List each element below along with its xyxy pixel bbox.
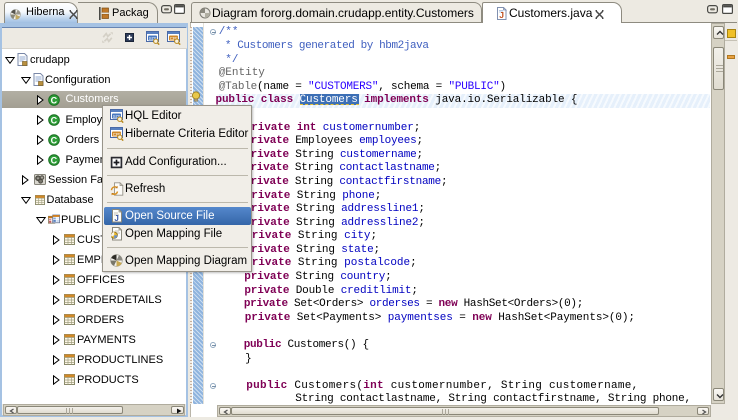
svg-text:J: J [499, 10, 504, 20]
svg-text:C: C [51, 95, 58, 105]
svg-text:C: C [51, 155, 58, 165]
svg-text:J: J [114, 214, 118, 223]
svg-text:C: C [51, 135, 58, 145]
svg-text:C: C [51, 115, 58, 125]
